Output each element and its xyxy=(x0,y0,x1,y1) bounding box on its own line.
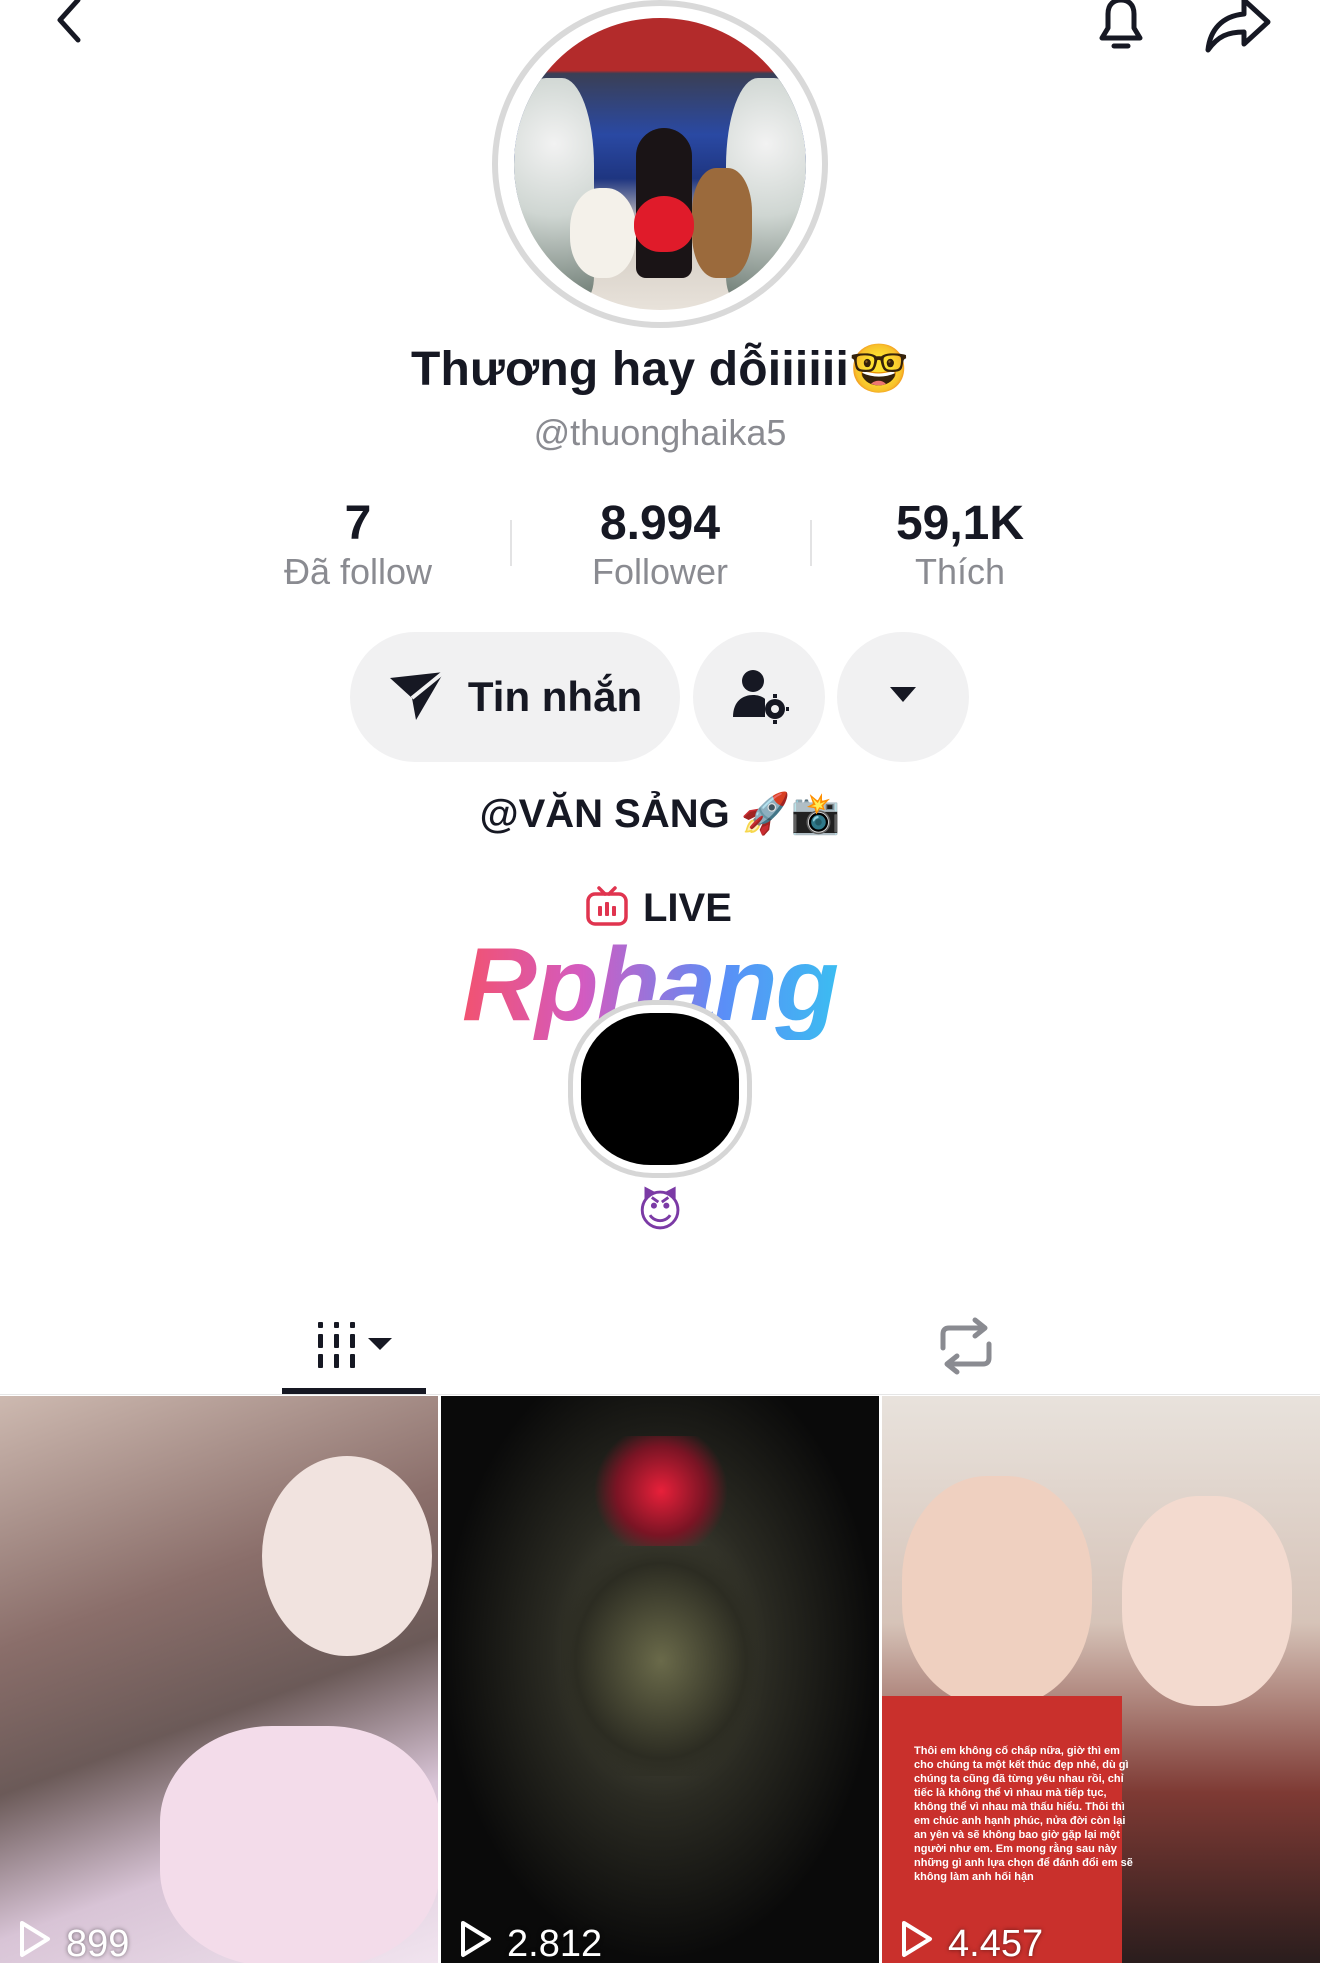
view-count: 2.812 xyxy=(459,1919,602,1963)
video-grid: 899 2.812 Thôi em không cố chấp nữa, giờ… xyxy=(0,1396,1320,1963)
tab-videos[interactable] xyxy=(282,1300,426,1396)
play-outline-icon xyxy=(18,1919,52,1963)
tv-icon xyxy=(585,884,629,933)
tab-reposts[interactable] xyxy=(900,1300,1032,1396)
view-count-value: 4.457 xyxy=(948,1922,1044,1963)
tab-separator xyxy=(0,1394,1320,1395)
stat-divider xyxy=(510,520,512,566)
user-settings-icon xyxy=(729,665,789,730)
bell-icon[interactable] xyxy=(1088,0,1154,60)
stat-following-label: Đã follow xyxy=(283,551,433,592)
avatar-photo xyxy=(514,18,806,310)
stats-row: 7 Đã follow 8.994 Follower 59,1K Thích xyxy=(0,498,1320,598)
more-options-button[interactable] xyxy=(837,632,969,762)
view-count: 899 xyxy=(18,1919,129,1963)
view-count-value: 2.812 xyxy=(507,1922,603,1963)
video-thumbnail xyxy=(591,1436,731,1546)
live-label: LIVE xyxy=(643,886,732,930)
avatar[interactable] xyxy=(492,0,828,328)
video-tile[interactable]: Thôi em không cố chấp nữa, giờ thì em ch… xyxy=(882,1396,1320,1963)
message-button[interactable]: Tin nhắn xyxy=(350,632,680,762)
stat-followers-label: Follower xyxy=(591,551,729,592)
back-icon[interactable] xyxy=(52,0,112,54)
repost-icon xyxy=(931,1316,1001,1381)
stat-likes[interactable]: 59,1K Thích xyxy=(830,498,1090,594)
message-button-label: Tin nhắn xyxy=(467,673,643,720)
bio-mention-link[interactable]: @VĂN SẢNG 🚀📸 xyxy=(0,790,1320,837)
story-highlight[interactable] xyxy=(568,1000,752,1178)
paper-plane-icon xyxy=(388,668,446,727)
active-tab-indicator xyxy=(282,1388,426,1394)
stat-followers-value: 8.994 xyxy=(599,497,721,550)
story-caption-emoji: 😈 xyxy=(637,1186,683,1237)
play-outline-icon xyxy=(900,1919,934,1963)
video-tile[interactable]: 2.812 xyxy=(441,1396,879,1963)
video-caption-overlay: Thôi em không cố chấp nữa, giờ thì em ch… xyxy=(914,1745,1133,1883)
stat-divider xyxy=(810,520,812,566)
stat-followers[interactable]: 8.994 Follower xyxy=(530,498,790,594)
view-count-value: 899 xyxy=(66,1922,130,1963)
grid-bars-icon xyxy=(312,1316,396,1381)
play-outline-icon xyxy=(459,1919,493,1963)
video-thumbnail xyxy=(902,1476,1092,1706)
caret-down-icon xyxy=(888,685,918,710)
stat-following[interactable]: 7 Đã follow xyxy=(228,498,488,594)
display-name-text: Thương hay dỗiiiiii xyxy=(411,343,850,396)
story-thumbnail xyxy=(581,1013,739,1165)
live-indicator[interactable]: LIVE xyxy=(585,884,732,933)
stat-likes-value: 59,1K xyxy=(895,497,1025,550)
share-arrow-icon[interactable] xyxy=(1198,0,1278,60)
video-thumbnail xyxy=(262,1456,432,1656)
stat-likes-label: Thích xyxy=(914,551,1006,592)
stat-following-value: 7 xyxy=(344,497,372,550)
username: @thuonghaika5 xyxy=(533,412,787,453)
friend-settings-button[interactable] xyxy=(693,632,825,762)
profile-page: Thương hay dỗiiiiii🤓 @thuonghaika5 7 Đã … xyxy=(0,0,1320,1963)
display-name: Thương hay dỗiiiiii🤓 xyxy=(0,340,1320,397)
view-count: 4.457 xyxy=(900,1919,1043,1963)
display-name-emoji: 🤓 xyxy=(849,341,909,397)
video-tile[interactable]: 899 xyxy=(0,1396,438,1963)
